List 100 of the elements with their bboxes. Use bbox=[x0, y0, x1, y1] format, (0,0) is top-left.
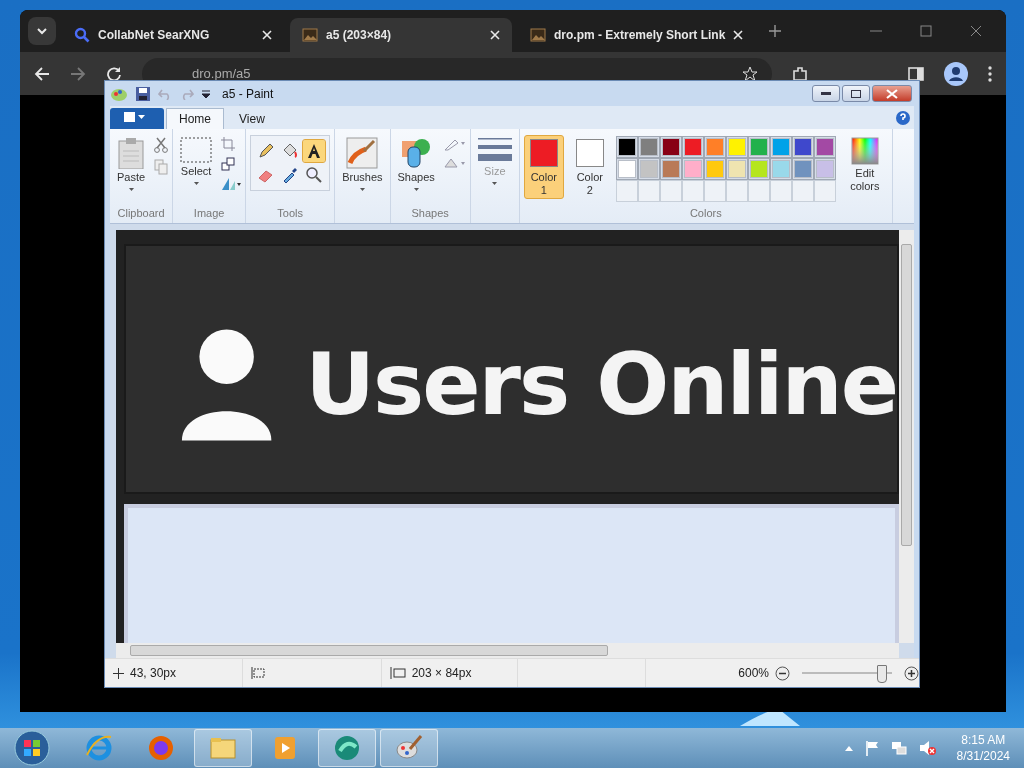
color-slot[interactable]: Color 1 bbox=[523, 135, 564, 199]
palette-swatch[interactable] bbox=[772, 161, 789, 177]
vertical-scrollbar[interactable] bbox=[899, 230, 914, 643]
group-label: Clipboard bbox=[116, 207, 166, 221]
maximize-icon bbox=[851, 89, 861, 98]
help-icon[interactable] bbox=[896, 111, 910, 125]
slider-thumb[interactable] bbox=[877, 665, 888, 683]
shapes-icon bbox=[400, 137, 433, 169]
resize-icon[interactable] bbox=[221, 157, 236, 171]
palette-swatch[interactable] bbox=[706, 161, 723, 177]
browser-tab[interactable]: a5 (203×84) bbox=[290, 18, 512, 52]
ribbon-tab[interactable]: View bbox=[226, 108, 278, 129]
spectrum-icon bbox=[850, 137, 879, 165]
palette-swatch[interactable] bbox=[728, 139, 745, 155]
minimize-icon bbox=[821, 91, 831, 96]
flag-icon[interactable] bbox=[864, 740, 879, 756]
back-icon[interactable] bbox=[34, 65, 50, 82]
close-button[interactable] bbox=[872, 85, 912, 102]
crop-icon[interactable] bbox=[221, 137, 236, 151]
palette-swatch[interactable] bbox=[772, 139, 789, 155]
selection-size-icon bbox=[251, 667, 266, 679]
palette-swatch[interactable] bbox=[640, 161, 657, 177]
palette-swatch[interactable] bbox=[794, 139, 811, 155]
palette-swatch[interactable] bbox=[750, 161, 767, 177]
maximize-button[interactable] bbox=[842, 85, 870, 102]
zoom-in-icon[interactable] bbox=[904, 665, 919, 681]
outline-icon[interactable] bbox=[443, 137, 466, 151]
image-canvas[interactable]: Users Online bbox=[116, 230, 899, 643]
menu-icon[interactable] bbox=[988, 65, 992, 82]
rotate-icon[interactable] bbox=[221, 177, 242, 191]
puzzle-icon[interactable] bbox=[792, 65, 808, 82]
group-label: Image bbox=[192, 207, 226, 221]
image-size: 203 × 84px bbox=[411, 666, 472, 680]
group-label: Colors bbox=[688, 207, 723, 221]
palette-swatch[interactable] bbox=[640, 139, 657, 155]
palette-swatch[interactable] bbox=[816, 139, 833, 155]
show-hidden-icon[interactable] bbox=[844, 745, 853, 751]
shapes-button[interactable]: Shapes bbox=[394, 135, 438, 193]
heading: Users Online bbox=[305, 334, 897, 434]
edit-colors-button[interactable]: Edit colors bbox=[841, 135, 888, 195]
maximize-icon[interactable] bbox=[920, 25, 932, 37]
palette-swatch[interactable] bbox=[662, 161, 679, 177]
menu-icon bbox=[124, 111, 146, 122]
brush-icon bbox=[346, 137, 379, 169]
text-tool-icon[interactable] bbox=[303, 140, 326, 162]
undo-icon[interactable] bbox=[158, 87, 172, 100]
chevron-icon bbox=[36, 25, 48, 37]
palette-swatch[interactable] bbox=[794, 161, 811, 177]
start-button[interactable] bbox=[14, 730, 50, 766]
browser-tab[interactable]: CollabNet SearXNG bbox=[62, 18, 284, 52]
dropdown-icon[interactable] bbox=[202, 89, 210, 98]
group-label: Tools bbox=[276, 207, 304, 221]
muted-speaker-icon[interactable] bbox=[918, 740, 937, 756]
palette-swatch[interactable] bbox=[618, 161, 635, 177]
caret-icon bbox=[359, 188, 365, 191]
star-icon[interactable] bbox=[742, 65, 758, 82]
color-slot[interactable]: Color 2 bbox=[569, 135, 610, 199]
avatar-icon[interactable] bbox=[944, 61, 968, 86]
new-tab-icon[interactable] bbox=[769, 25, 782, 37]
paste-button[interactable]: Paste bbox=[114, 135, 149, 193]
browser-tab[interactable]: dro.pm - Extremely Short Link bbox=[518, 18, 756, 52]
ribbon-tab[interactable]: Home bbox=[166, 108, 224, 129]
circle-app-icon[interactable] bbox=[318, 729, 376, 767]
clipboard-icon bbox=[117, 137, 146, 169]
forward-icon[interactable] bbox=[70, 65, 86, 82]
palette-swatch[interactable] bbox=[684, 139, 701, 155]
minimize-button[interactable] bbox=[812, 85, 840, 102]
palette-swatch[interactable] bbox=[618, 139, 635, 155]
palette-icon[interactable] bbox=[380, 729, 438, 767]
brushes-button[interactable]: Brushes bbox=[339, 135, 386, 193]
horizontal-scrollbar[interactable] bbox=[116, 643, 899, 658]
group-label: Shapes bbox=[410, 207, 450, 221]
palette-swatch[interactable] bbox=[816, 161, 833, 177]
save-icon[interactable] bbox=[136, 86, 150, 101]
file-menu-button[interactable] bbox=[110, 108, 164, 129]
cursor-position: 43, 30px bbox=[130, 666, 177, 680]
zoom-out-icon[interactable] bbox=[775, 665, 790, 681]
caret-icon bbox=[492, 182, 498, 185]
line-width-icon bbox=[477, 137, 512, 163]
palette-swatch[interactable] bbox=[662, 139, 679, 155]
sidebar-icon[interactable] bbox=[908, 66, 924, 81]
copy-icon[interactable] bbox=[154, 159, 169, 175]
caret-icon bbox=[128, 188, 134, 191]
palette-swatch[interactable] bbox=[728, 161, 745, 177]
fill-icon[interactable] bbox=[443, 157, 466, 171]
close-icon bbox=[886, 88, 898, 99]
palette-swatch[interactable] bbox=[706, 139, 723, 155]
cursor-position-icon bbox=[113, 667, 124, 679]
network-icon[interactable] bbox=[890, 740, 907, 756]
caret-icon bbox=[413, 188, 419, 191]
caret-icon bbox=[193, 182, 199, 185]
redo-icon[interactable] bbox=[180, 87, 194, 100]
folder-icon[interactable] bbox=[194, 729, 252, 767]
reload-icon[interactable] bbox=[106, 65, 122, 82]
image-icon bbox=[302, 28, 318, 42]
cut-icon[interactable] bbox=[154, 137, 169, 153]
palette-swatch[interactable] bbox=[750, 139, 767, 155]
select-button[interactable]: Select bbox=[177, 135, 216, 187]
tab-search-button[interactable] bbox=[28, 17, 56, 45]
palette-swatch[interactable] bbox=[684, 161, 701, 177]
